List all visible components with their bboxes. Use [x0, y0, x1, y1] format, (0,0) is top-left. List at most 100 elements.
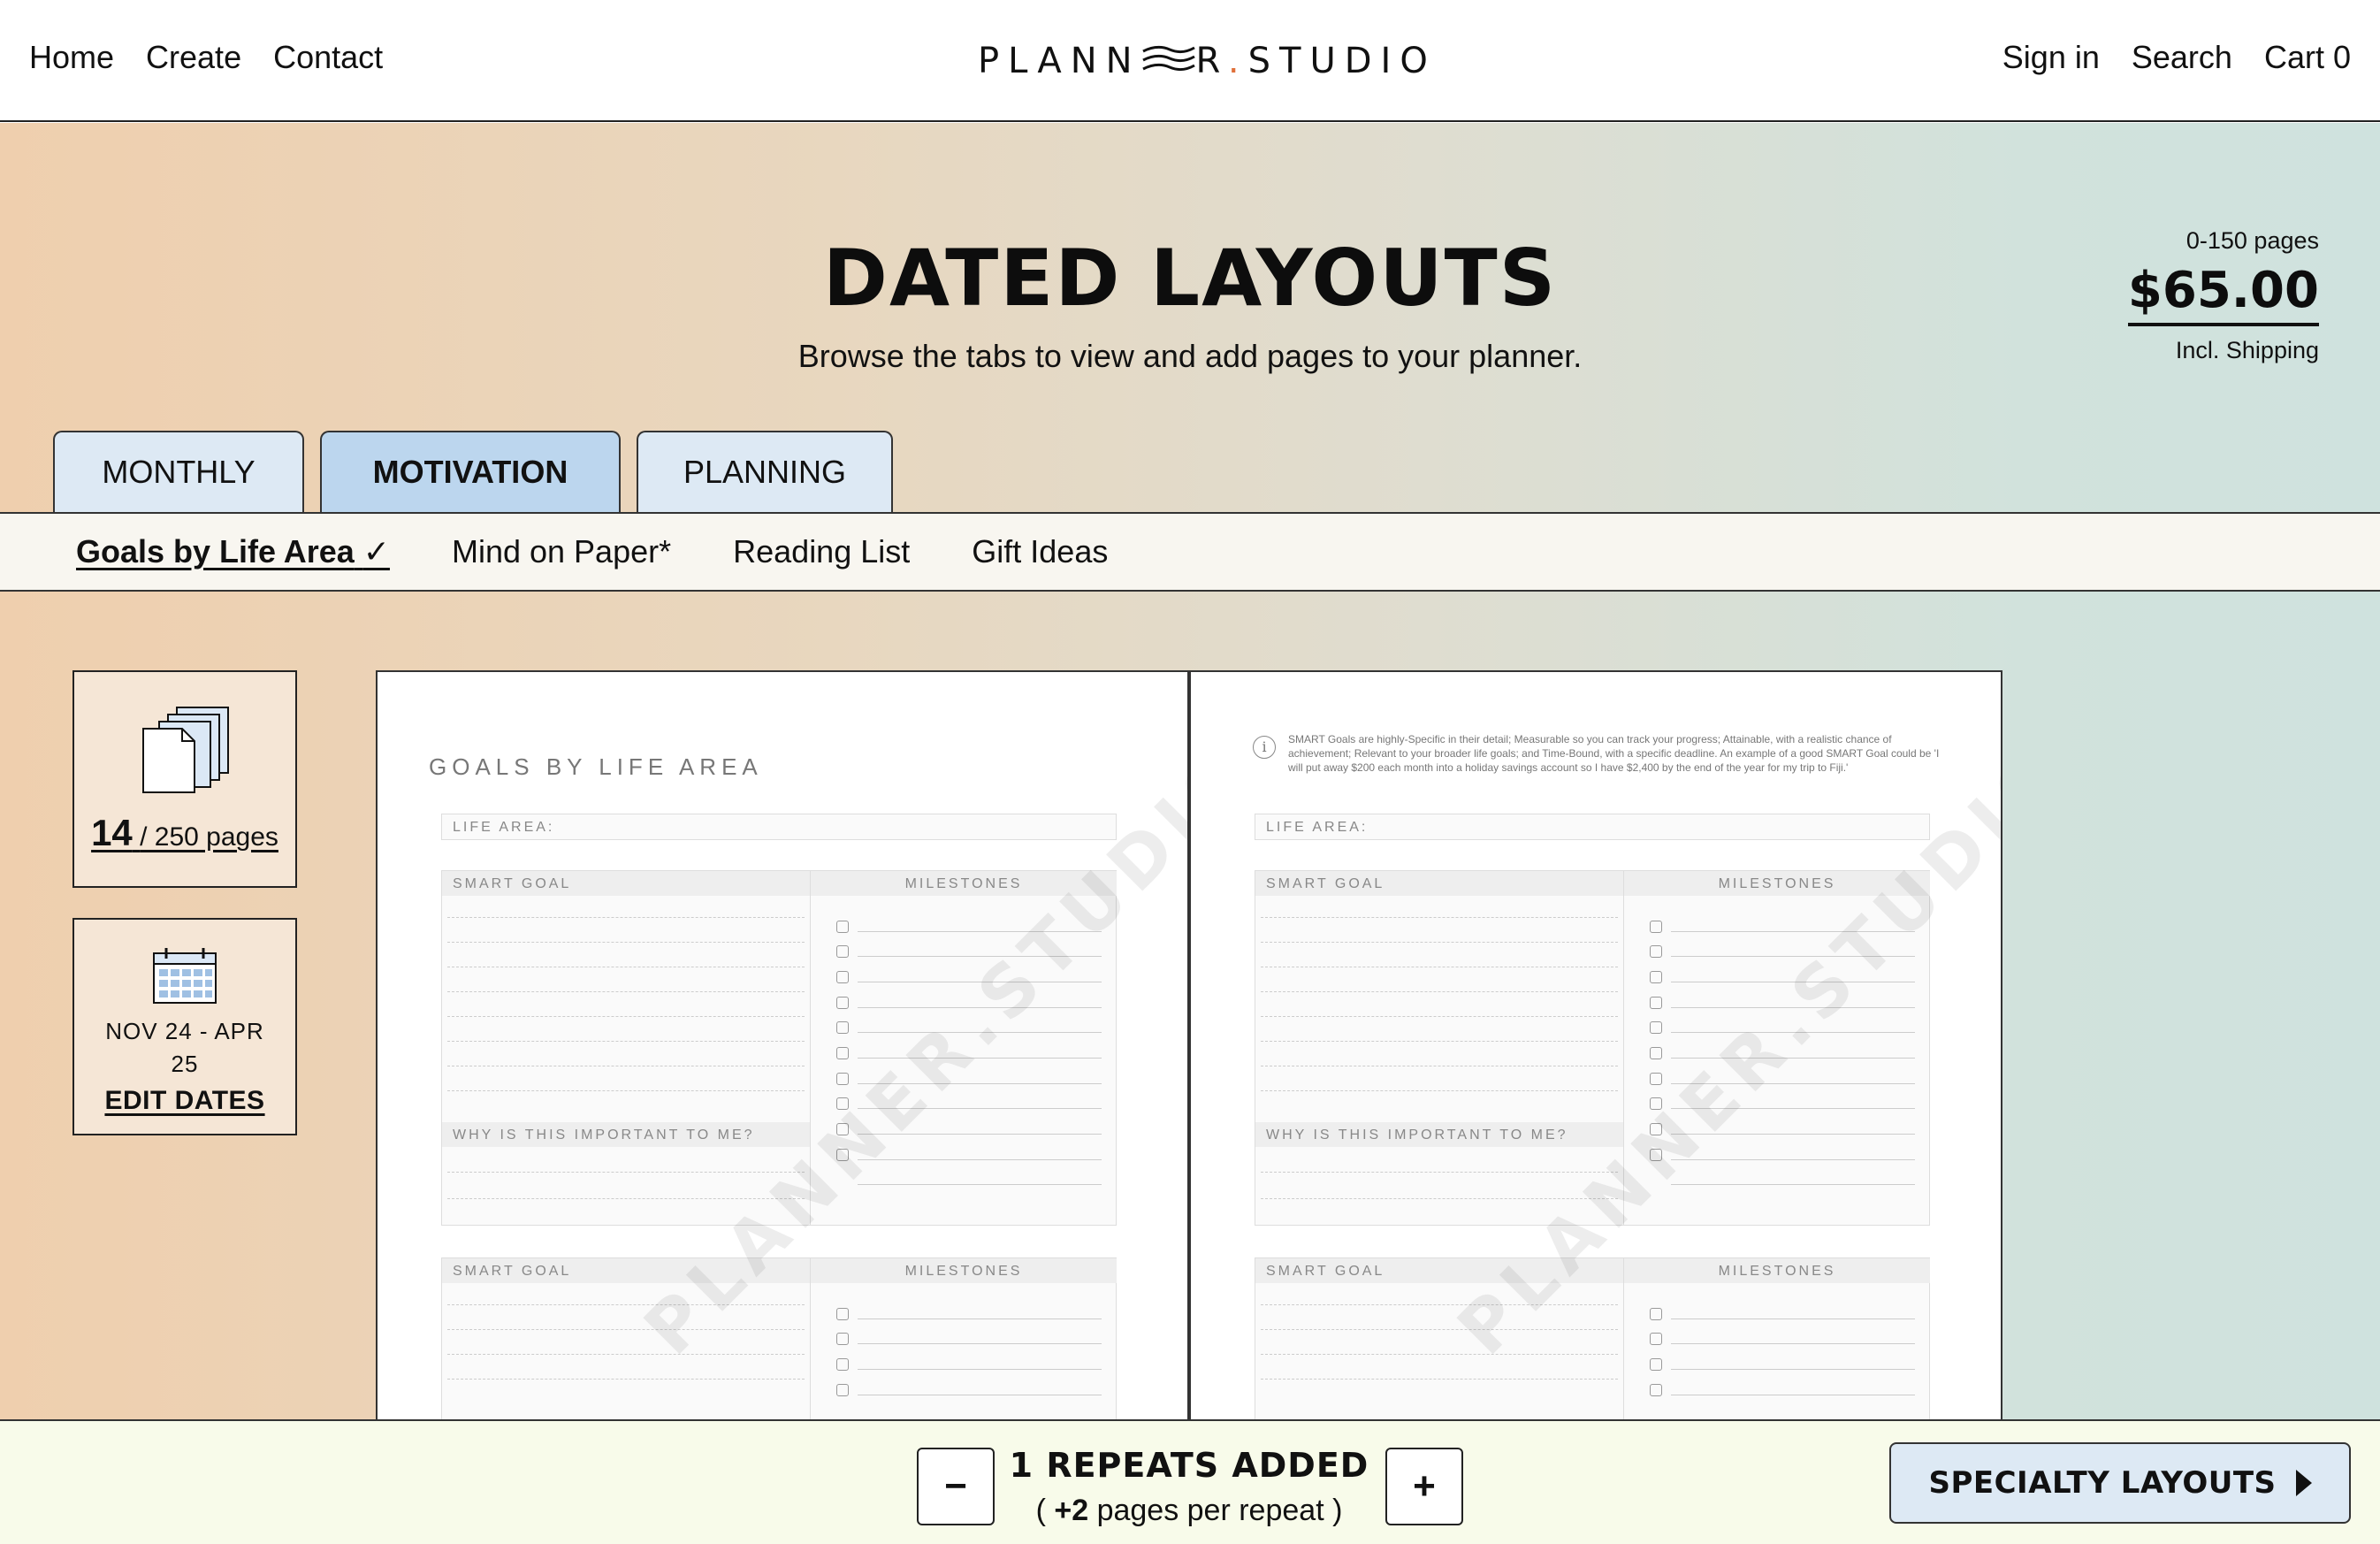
milestones-header: MILESTONES [1623, 1258, 1930, 1283]
block-divider [1623, 1258, 1624, 1431]
milestone-checkbox [836, 1358, 849, 1371]
life-area-field: LIFE AREA: [441, 814, 1117, 840]
goal-line [447, 1041, 805, 1042]
subtab-goals-by-life-area[interactable]: Goals by Life Area ✓ [76, 533, 390, 570]
nav-home-link[interactable]: Home [29, 39, 114, 76]
milestone-checkbox [1650, 997, 1662, 1009]
sign-in-link[interactable]: Sign in [2002, 39, 2100, 76]
specialty-layouts-button[interactable]: SPECIALTY LAYOUTS [1889, 1442, 2351, 1524]
milestone-checkbox [1650, 1358, 1662, 1371]
logo-wave-icon [1141, 45, 1195, 72]
pages-per-repeat-text: pages per repeat [1096, 1494, 1324, 1527]
cart-link[interactable]: Cart 0 [2264, 39, 2351, 76]
milestone-checkbox [836, 1333, 849, 1345]
milestone-checkbox [836, 945, 849, 958]
goal-line [1261, 1041, 1618, 1042]
calendar-icon [153, 948, 217, 1004]
goal-line [1261, 942, 1618, 943]
milestones-header: MILESTONES [810, 1258, 1117, 1283]
milestone-checkbox [836, 1308, 849, 1320]
paren-open: ( [1035, 1494, 1046, 1527]
life-area-field: LIFE AREA: [1255, 814, 1930, 840]
subtab-reading-list[interactable]: Reading List [733, 533, 910, 570]
goal-line [447, 942, 805, 943]
goal-block-2: SMART GOAL MILESTONES [441, 1257, 1117, 1431]
nav-right: Sign in Search Cart 0 [2002, 39, 2351, 76]
smart-goal-header: SMART GOAL [1255, 871, 1623, 896]
milestone-checkbox [836, 1384, 849, 1396]
milestone-checkbox [836, 1073, 849, 1085]
subtab-mind-on-paper[interactable]: Mind on Paper* [452, 533, 671, 570]
preview-page-right: i SMART Goals are highly-Specific in the… [1189, 670, 2002, 1431]
milestone-checkbox [1650, 921, 1662, 933]
milestone-checkbox [1650, 1384, 1662, 1396]
logo-text-part2: R [1195, 41, 1228, 81]
info-icon: i [1253, 736, 1276, 759]
milestone-checkbox [1650, 945, 1662, 958]
tab-monthly[interactable]: MONTHLY [53, 431, 304, 512]
logo-dot: . [1227, 41, 1248, 81]
logo-text-part3: STUDIO [1247, 41, 1437, 81]
check-icon: ✓ [362, 533, 390, 569]
goal-line [447, 1354, 805, 1355]
goal-line [1261, 917, 1618, 918]
nav-create-link[interactable]: Create [146, 39, 241, 76]
date-range: NOV 24 - APR 25 [105, 1018, 264, 1077]
specialty-layouts-label: SPECIALTY LAYOUTS [1928, 1465, 2277, 1501]
pages-stack-icon [142, 707, 229, 793]
milestone-line [1671, 1343, 1915, 1344]
layout-tabs: MONTHLY MOTIVATION PLANNING [53, 431, 893, 512]
repeat-bar: − 1 REPEATS ADDED ( +2 pages per repeat … [0, 1419, 2380, 1544]
smart-goal-header: SMART GOAL [442, 871, 810, 896]
tab-planning[interactable]: PLANNING [637, 431, 893, 512]
nav-contact-link[interactable]: Contact [273, 39, 383, 76]
goal-line [1261, 1329, 1618, 1330]
why-line [1261, 1172, 1618, 1173]
goal-line [447, 1379, 805, 1380]
block-divider [810, 1258, 811, 1431]
subtab-goals-label: Goals by Life Area [76, 533, 355, 569]
site-logo[interactable]: PLANN R.STUDIO [978, 41, 1437, 81]
preview-page-left: GOALS BY LIFE AREA LIFE AREA: SMART GOAL… [376, 670, 1189, 1431]
increase-repeats-button[interactable]: + [1385, 1448, 1463, 1525]
repeats-count: 1 REPEATS ADDED [1009, 1446, 1369, 1485]
nav-left: Home Create Contact [29, 39, 383, 76]
tab-motivation[interactable]: MOTIVATION [320, 431, 621, 512]
milestone-checkbox [1650, 971, 1662, 983]
goal-line [447, 1016, 805, 1017]
milestone-line [1671, 1369, 1915, 1370]
milestone-line [858, 1184, 1102, 1185]
page-count-total: / 250 pages [140, 822, 278, 852]
price-value: $65.00 [2127, 262, 2319, 326]
goal-line [447, 1329, 805, 1330]
page-counter-card: 14 / 250 pages [72, 670, 297, 888]
goal-line [1261, 991, 1618, 992]
why-important-header: WHY IS THIS IMPORTANT TO ME? [1255, 1122, 1623, 1147]
milestone-line [858, 1343, 1102, 1344]
pages-per-repeat: ( +2 pages per repeat ) [999, 1494, 1379, 1528]
milestone-checkbox [1650, 1021, 1662, 1034]
page-subtitle: Browse the tabs to view and add pages to… [797, 338, 1583, 374]
search-link[interactable]: Search [2132, 39, 2232, 76]
edit-dates-link[interactable]: EDIT DATES [74, 1086, 295, 1116]
subtab-bar: Goals by Life Area ✓ Mind on Paper* Read… [0, 512, 2380, 592]
why-important-header: WHY IS THIS IMPORTANT TO ME? [442, 1122, 810, 1147]
page-count: 14 / 250 pages [74, 812, 295, 854]
subtab-gift-ideas[interactable]: Gift Ideas [972, 533, 1108, 570]
smart-goal-info: SMART Goals are highly-Specific in their… [1288, 733, 1940, 774]
goal-line [1261, 1090, 1618, 1091]
milestone-checkbox [836, 997, 849, 1009]
milestone-checkbox [1650, 1333, 1662, 1345]
dates-card: NOV 24 - APR 25 EDIT DATES [72, 918, 297, 1135]
milestone-checkbox [1650, 1308, 1662, 1320]
decrease-repeats-button[interactable]: − [917, 1448, 995, 1525]
milestone-line [858, 1369, 1102, 1370]
milestone-checkbox [836, 1047, 849, 1059]
top-navigation: Home Create Contact PLANN R.STUDIO Sign i… [0, 0, 2380, 122]
goal-block-2: SMART GOAL MILESTONES [1255, 1257, 1930, 1431]
page-title: DATED LAYOUTS [822, 233, 1558, 324]
pages-per-repeat-value: +2 [1054, 1494, 1089, 1527]
page-count-value: 14 [91, 812, 133, 853]
paren-close: ) [1332, 1494, 1343, 1527]
why-line [447, 1172, 805, 1173]
